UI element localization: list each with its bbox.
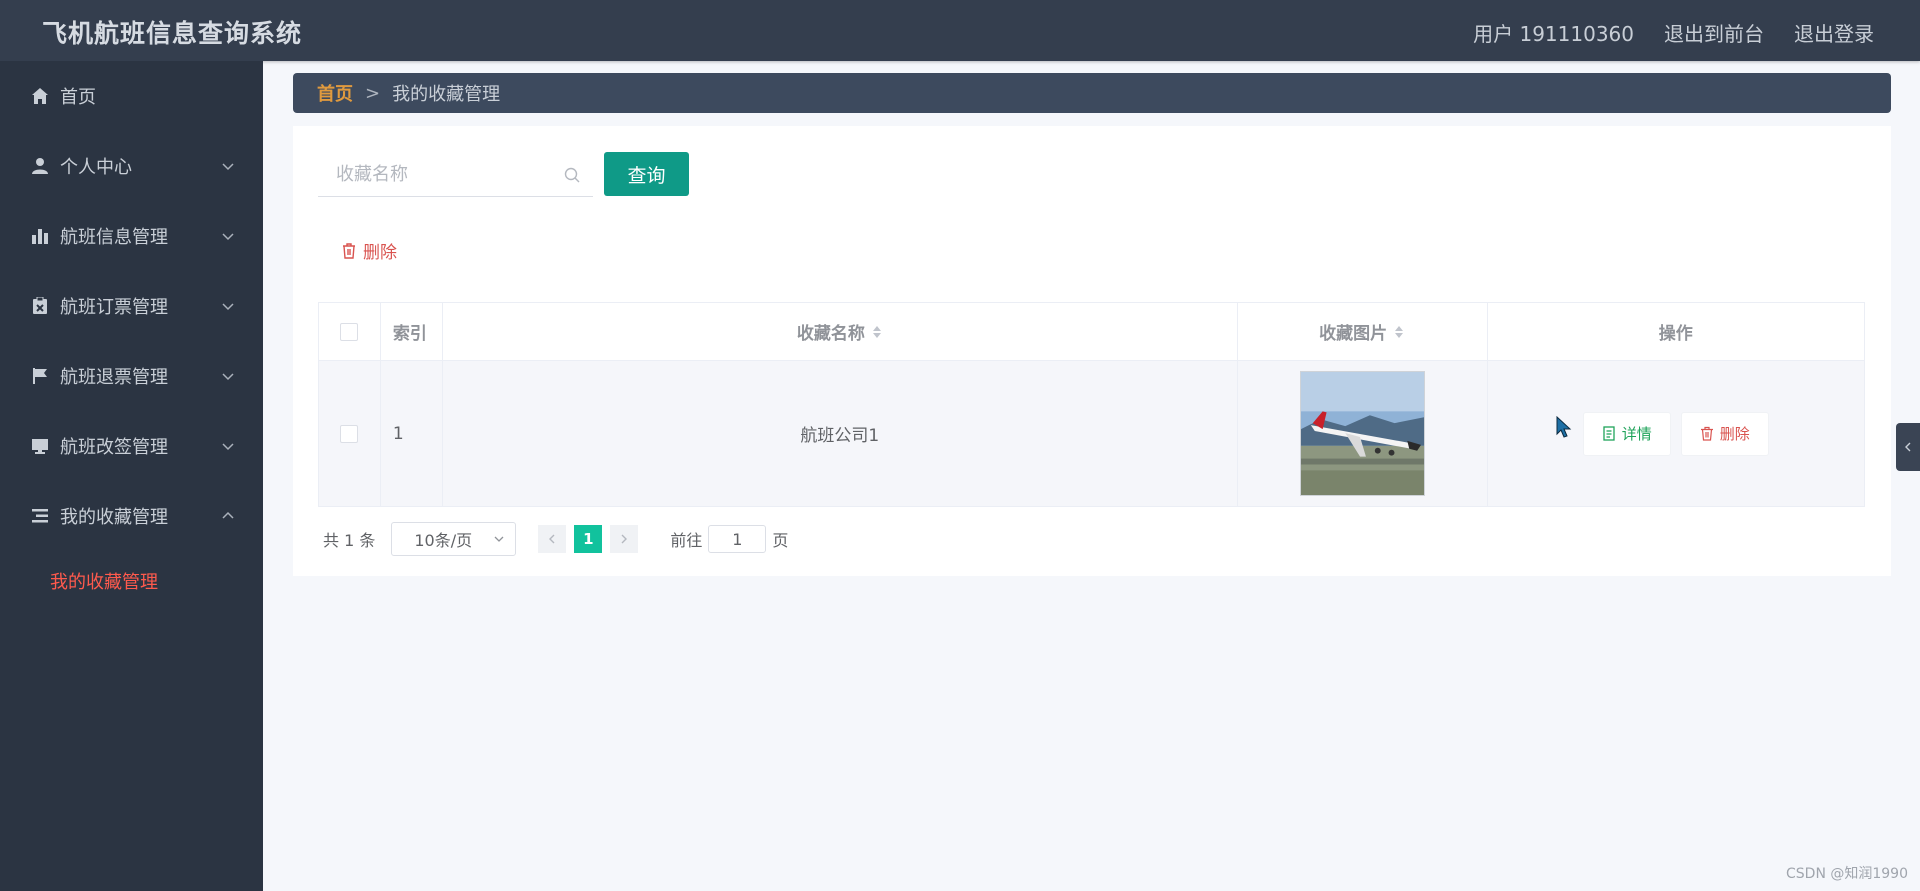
sidebar: 首页 个人中心 航班信息管理 航班订票管理 航班退票管理 航班改签管理 我的收藏… xyxy=(0,61,263,891)
chevron-down-icon xyxy=(222,233,234,241)
detail-button-label: 详情 xyxy=(1621,425,1652,443)
page-size-select[interactable]: 10条/页 xyxy=(391,522,517,556)
delete-button[interactable]: 删除 xyxy=(1680,411,1769,456)
goto-page-input[interactable] xyxy=(708,525,767,553)
search-icon xyxy=(564,167,580,183)
content-panel: 查询 删除 索引 收藏名称 收藏图片 操作 1 航班公司1 xyxy=(293,126,1891,576)
chevron-down-icon xyxy=(222,443,234,451)
bar-chart-icon xyxy=(30,226,50,246)
header-index: 索引 xyxy=(381,303,443,360)
sidebar-item-rebooking[interactable]: 航班改签管理 xyxy=(0,411,263,481)
mouse-cursor-icon xyxy=(1556,416,1572,438)
chevron-left-icon xyxy=(1905,442,1911,452)
chevron-down-icon xyxy=(222,163,234,171)
trash-icon xyxy=(343,243,355,259)
header-name-label: 收藏名称 xyxy=(796,324,865,344)
submenu-item-my-favorites[interactable]: 我的收藏管理 xyxy=(0,551,263,611)
batch-delete-label: 删除 xyxy=(363,243,397,263)
breadcrumb-current: 我的收藏管理 xyxy=(392,84,501,105)
row-checkbox-cell xyxy=(319,361,381,506)
search-box xyxy=(318,153,593,197)
goto-suffix: 页 xyxy=(772,531,789,550)
monitor-icon xyxy=(30,436,50,456)
exit-to-frontend-link[interactable]: 退出到前台 xyxy=(1664,18,1764,47)
table-row: 1 航班公司1 详情 删除 xyxy=(319,361,1864,506)
detail-button[interactable]: 详情 xyxy=(1582,411,1671,456)
sidebar-item-label: 我的收藏管理 xyxy=(60,507,168,528)
goto-page: 前往 页 xyxy=(670,525,788,553)
query-button[interactable]: 查询 xyxy=(604,152,689,196)
page-number-button[interactable]: 1 xyxy=(574,525,603,553)
document-icon xyxy=(1603,426,1615,441)
panel-toggle-button[interactable] xyxy=(1896,423,1920,471)
chevron-down-icon xyxy=(222,303,234,311)
sidebar-item-personal-center[interactable]: 个人中心 xyxy=(0,131,263,201)
sidebar-item-favorites[interactable]: 我的收藏管理 xyxy=(0,481,263,551)
row-image-cell xyxy=(1238,361,1488,506)
sidebar-item-label: 航班改签管理 xyxy=(60,437,168,458)
breadcrumb: 首页 > 我的收藏管理 xyxy=(293,73,1891,113)
sidebar-item-refund[interactable]: 航班退票管理 xyxy=(0,341,263,411)
pagination: 共 1 条 10条/页 1 前往 页 xyxy=(323,522,788,556)
batch-delete-button[interactable]: 删除 xyxy=(341,238,397,263)
chevron-down-icon xyxy=(494,536,504,542)
header-links: 用户 191110360 退出到前台 退出登录 xyxy=(1473,18,1874,47)
sidebar-item-label: 首页 xyxy=(60,87,96,108)
header-checkbox-cell xyxy=(319,303,381,360)
sort-icon xyxy=(872,325,881,338)
airplane-thumbnail[interactable] xyxy=(1299,371,1425,496)
flag-icon xyxy=(30,366,50,386)
user-icon xyxy=(30,156,50,176)
goto-prefix: 前往 xyxy=(670,531,703,550)
table-header: 索引 收藏名称 收藏图片 操作 xyxy=(319,303,1864,361)
select-all-checkbox[interactable] xyxy=(340,322,359,341)
header-actions: 操作 xyxy=(1658,324,1693,344)
page-size-value: 10条/页 xyxy=(414,531,473,550)
prev-page-button[interactable] xyxy=(538,525,567,553)
sidebar-item-label: 个人中心 xyxy=(60,157,132,178)
sort-icon xyxy=(1395,325,1404,338)
home-icon xyxy=(30,86,50,106)
sidebar-item-label: 航班退票管理 xyxy=(60,367,168,388)
row-checkbox[interactable] xyxy=(340,424,359,443)
chevron-right-icon xyxy=(621,534,628,544)
current-user-link[interactable]: 用户 191110360 xyxy=(1473,18,1634,47)
chevron-down-icon xyxy=(222,373,234,381)
delete-button-label: 删除 xyxy=(1719,425,1750,443)
list-icon xyxy=(30,506,50,526)
search-input[interactable] xyxy=(318,153,558,195)
row-action-buttons: 详情 删除 xyxy=(1582,411,1769,456)
sidebar-item-home[interactable]: 首页 xyxy=(0,61,263,131)
clipboard-icon xyxy=(30,296,50,316)
trash-icon xyxy=(1700,426,1713,441)
chevron-left-icon xyxy=(549,534,555,544)
row-name: 航班公司1 xyxy=(443,361,1238,506)
app-title: 飞机航班信息查询系统 xyxy=(42,19,303,48)
watermark: CSDN @知润1990 xyxy=(1786,866,1908,882)
top-header: 飞机航班信息查询系统 用户 191110360 退出到前台 退出登录 xyxy=(0,0,1920,61)
row-actions-cell: 详情 删除 xyxy=(1488,361,1865,506)
header-name-sortable[interactable]: 收藏名称 xyxy=(443,303,1238,360)
next-page-button[interactable] xyxy=(610,525,639,553)
sidebar-item-flight-info[interactable]: 航班信息管理 xyxy=(0,201,263,271)
chevron-up-icon xyxy=(222,511,234,519)
pagination-total: 共 1 条 xyxy=(323,531,376,550)
favorites-table: 索引 收藏名称 收藏图片 操作 1 航班公司1 详情 删除 xyxy=(318,302,1865,507)
row-index: 1 xyxy=(381,361,443,506)
header-image-label: 收藏图片 xyxy=(1319,324,1388,344)
sidebar-item-label: 航班信息管理 xyxy=(60,227,168,248)
sidebar-item-booking[interactable]: 航班订票管理 xyxy=(0,271,263,341)
breadcrumb-home-link[interactable]: 首页 xyxy=(317,80,353,106)
header-image-sortable[interactable]: 收藏图片 xyxy=(1238,303,1488,360)
logout-link[interactable]: 退出登录 xyxy=(1794,18,1874,47)
sidebar-item-label: 航班订票管理 xyxy=(60,297,168,318)
breadcrumb-separator: > xyxy=(365,82,381,104)
